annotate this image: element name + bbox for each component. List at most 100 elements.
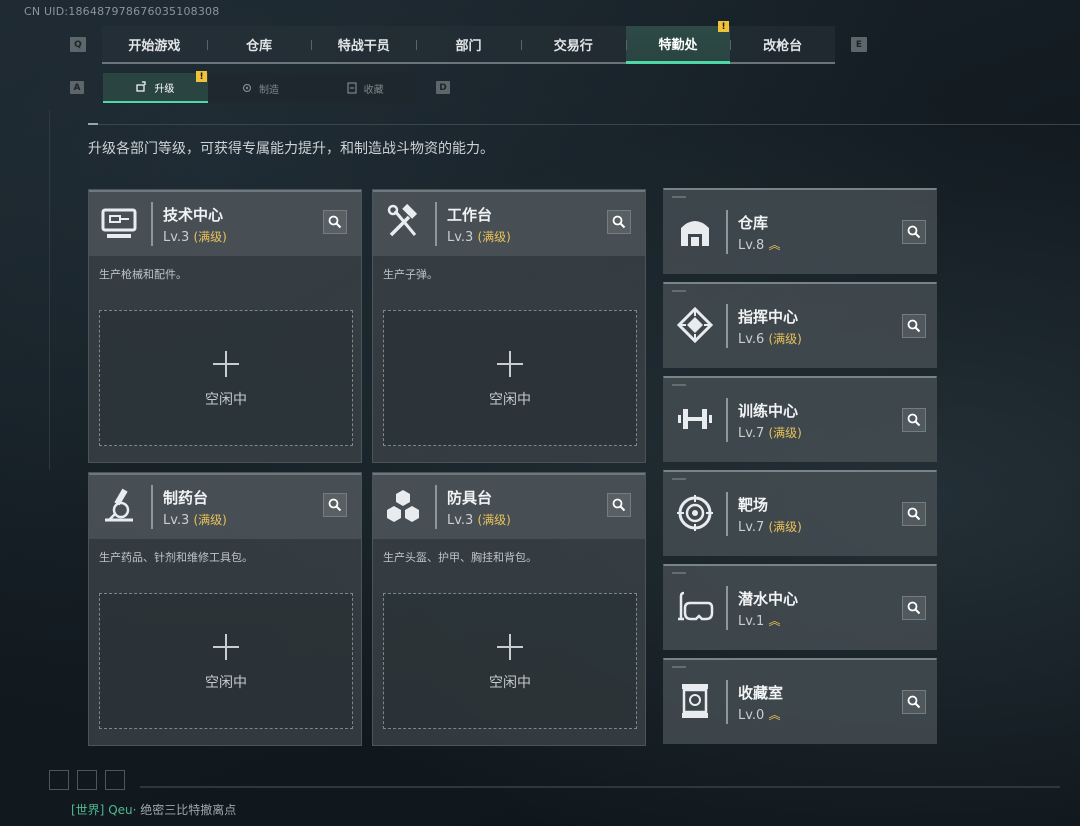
subtab-upgrade[interactable]: 升级 <box>103 73 208 103</box>
department-card-collection[interactable]: 收藏室 Lv.0 ︽ <box>663 658 937 744</box>
workbench-description: 生产子弹。 <box>383 268 438 281</box>
search-button[interactable] <box>902 690 926 714</box>
workbench-level: Lv.3 (满级) <box>447 230 511 245</box>
chat-text: 绝密三比特撤离点 <box>140 803 237 817</box>
computer-icon <box>101 208 137 238</box>
department-name: 潜水中心 <box>738 590 799 608</box>
slot-status: 空闲中 <box>205 392 247 408</box>
max-level-tag: (满级) <box>477 230 511 244</box>
header-separator <box>151 485 153 529</box>
page-description: 升级各部门等级，可获得专属能力提升，和制造战斗物资的能力。 <box>88 141 494 157</box>
chat-message[interactable]: [世界] Qeu· 绝密三比特撤离点 <box>71 801 236 818</box>
tab-operators[interactable]: 特战干员 <box>311 26 416 62</box>
max-level-tag: (满级) <box>768 520 802 534</box>
tab-department[interactable]: 部门 <box>416 26 521 62</box>
chat-button[interactable] <box>105 770 125 790</box>
search-button[interactable] <box>607 210 631 234</box>
divider-mark <box>88 123 98 125</box>
plus-icon <box>213 634 239 660</box>
workbench-description: 生产头盔、护甲、胸挂和背包。 <box>383 551 537 564</box>
department-card-command[interactable]: 指挥中心 Lv.6 (满级) <box>663 282 937 368</box>
gear-icon <box>242 83 252 93</box>
search-button[interactable] <box>902 314 926 338</box>
search-icon <box>907 225 921 239</box>
uid-label: CN UID:186487978676035108308 <box>24 5 220 18</box>
header-separator <box>726 492 728 536</box>
search-button[interactable] <box>323 210 347 234</box>
card-tag <box>672 384 686 386</box>
subnav-alert-badge: ! <box>196 71 207 82</box>
next-subtab-key[interactable]: D <box>436 81 450 94</box>
department-level: Lv.0 ︽ <box>738 708 781 723</box>
workbench-card-pharmacy[interactable]: 制药台 Lv.3 (满级) 生产药品、针剂和维修工具包。 空闲中 <box>88 472 362 746</box>
search-button[interactable] <box>902 502 926 526</box>
workbench-card-armor[interactable]: 防具台 Lv.3 (满级) 生产头盔、护甲、胸挂和背包。 空闲中 <box>372 472 646 746</box>
slot-status: 空闲中 <box>489 392 531 408</box>
prev-subtab-key[interactable]: A <box>70 81 84 94</box>
department-card-diving[interactable]: 潜水中心 Lv.1 ︽ <box>663 564 937 650</box>
search-button[interactable] <box>607 493 631 517</box>
search-icon <box>907 319 921 333</box>
tab-start-game[interactable]: 开始游戏 <box>102 26 207 62</box>
workbench-description: 生产药品、针剂和维修工具包。 <box>99 551 253 564</box>
alert-badge: ! <box>718 21 729 32</box>
header-separator <box>435 485 437 529</box>
workbench-name: 工作台 <box>447 206 493 224</box>
dumbbell-icon <box>678 409 712 429</box>
department-card-range[interactable]: 靶场 Lv.7 (满级) <box>663 470 937 556</box>
prev-tab-key[interactable]: Q <box>70 37 86 52</box>
subtab-collection[interactable]: 收藏 <box>312 73 417 103</box>
plus-icon <box>497 351 523 377</box>
search-button[interactable] <box>902 596 926 620</box>
hammer-wrench-icon <box>387 203 418 237</box>
search-icon <box>907 413 921 427</box>
subtab-collection-label: 收藏 <box>363 84 384 96</box>
tab-special-ops[interactable]: 特勤处 <box>625 26 731 64</box>
search-button[interactable] <box>323 493 347 517</box>
search-icon <box>907 601 921 615</box>
subtab-craft[interactable]: 制造 <box>208 73 313 103</box>
workbench-card-workbench[interactable]: 工作台 Lv.3 (满级) 生产子弹。 空闲中 <box>372 189 646 463</box>
workbench-name: 防具台 <box>447 489 493 507</box>
card-tag <box>672 478 686 480</box>
department-level: Lv.1 ︽ <box>738 614 781 629</box>
department-card-warehouse[interactable]: 仓库 Lv.8 ︽ <box>663 188 937 274</box>
workbench-level: Lv.3 (满级) <box>163 230 227 245</box>
target-icon <box>677 495 713 531</box>
plus-icon <box>497 634 523 660</box>
subtab-upgrade-label: 升级 <box>154 83 175 95</box>
cubes-icon <box>387 490 419 522</box>
header-separator <box>726 586 728 630</box>
search-icon <box>328 498 342 512</box>
slot-status: 空闲中 <box>205 675 247 691</box>
department-card-training[interactable]: 训练中心 Lv.7 (满级) <box>663 376 937 462</box>
search-button[interactable] <box>902 220 926 244</box>
search-icon <box>612 215 626 229</box>
workbench-name: 技术中心 <box>163 206 224 224</box>
tab-warehouse[interactable]: 仓库 <box>206 26 312 62</box>
production-slot[interactable]: 空闲中 <box>383 593 637 729</box>
tab-trading[interactable]: 交易行 <box>520 26 626 62</box>
search-icon <box>612 498 626 512</box>
next-tab-key[interactable]: E <box>851 37 867 52</box>
header-separator <box>435 202 437 246</box>
bottom-divider <box>140 786 1060 788</box>
production-slot[interactable]: 空闲中 <box>99 593 353 729</box>
department-level: Lv.7 (满级) <box>738 426 802 441</box>
slot-status: 空闲中 <box>489 675 531 691</box>
tab-gunsmith[interactable]: 改枪台 <box>730 26 835 62</box>
production-slot[interactable]: 空闲中 <box>99 310 353 446</box>
production-slot[interactable]: 空闲中 <box>383 310 637 446</box>
workbench-card-tech[interactable]: 技术中心 Lv.3 (满级) 生产枪械和配件。 空闲中 <box>88 189 362 463</box>
card-tag <box>672 572 686 574</box>
chat-button[interactable] <box>49 770 69 790</box>
search-button[interactable] <box>902 408 926 432</box>
card-tag <box>672 666 686 668</box>
max-level-tag: (满级) <box>193 230 227 244</box>
department-level: Lv.6 (满级) <box>738 332 802 347</box>
department-level: Lv.7 (满级) <box>738 520 802 535</box>
divider <box>88 124 1080 125</box>
microscope-icon <box>105 488 133 522</box>
workbench-level: Lv.3 (满级) <box>447 513 511 528</box>
chat-button[interactable] <box>77 770 97 790</box>
